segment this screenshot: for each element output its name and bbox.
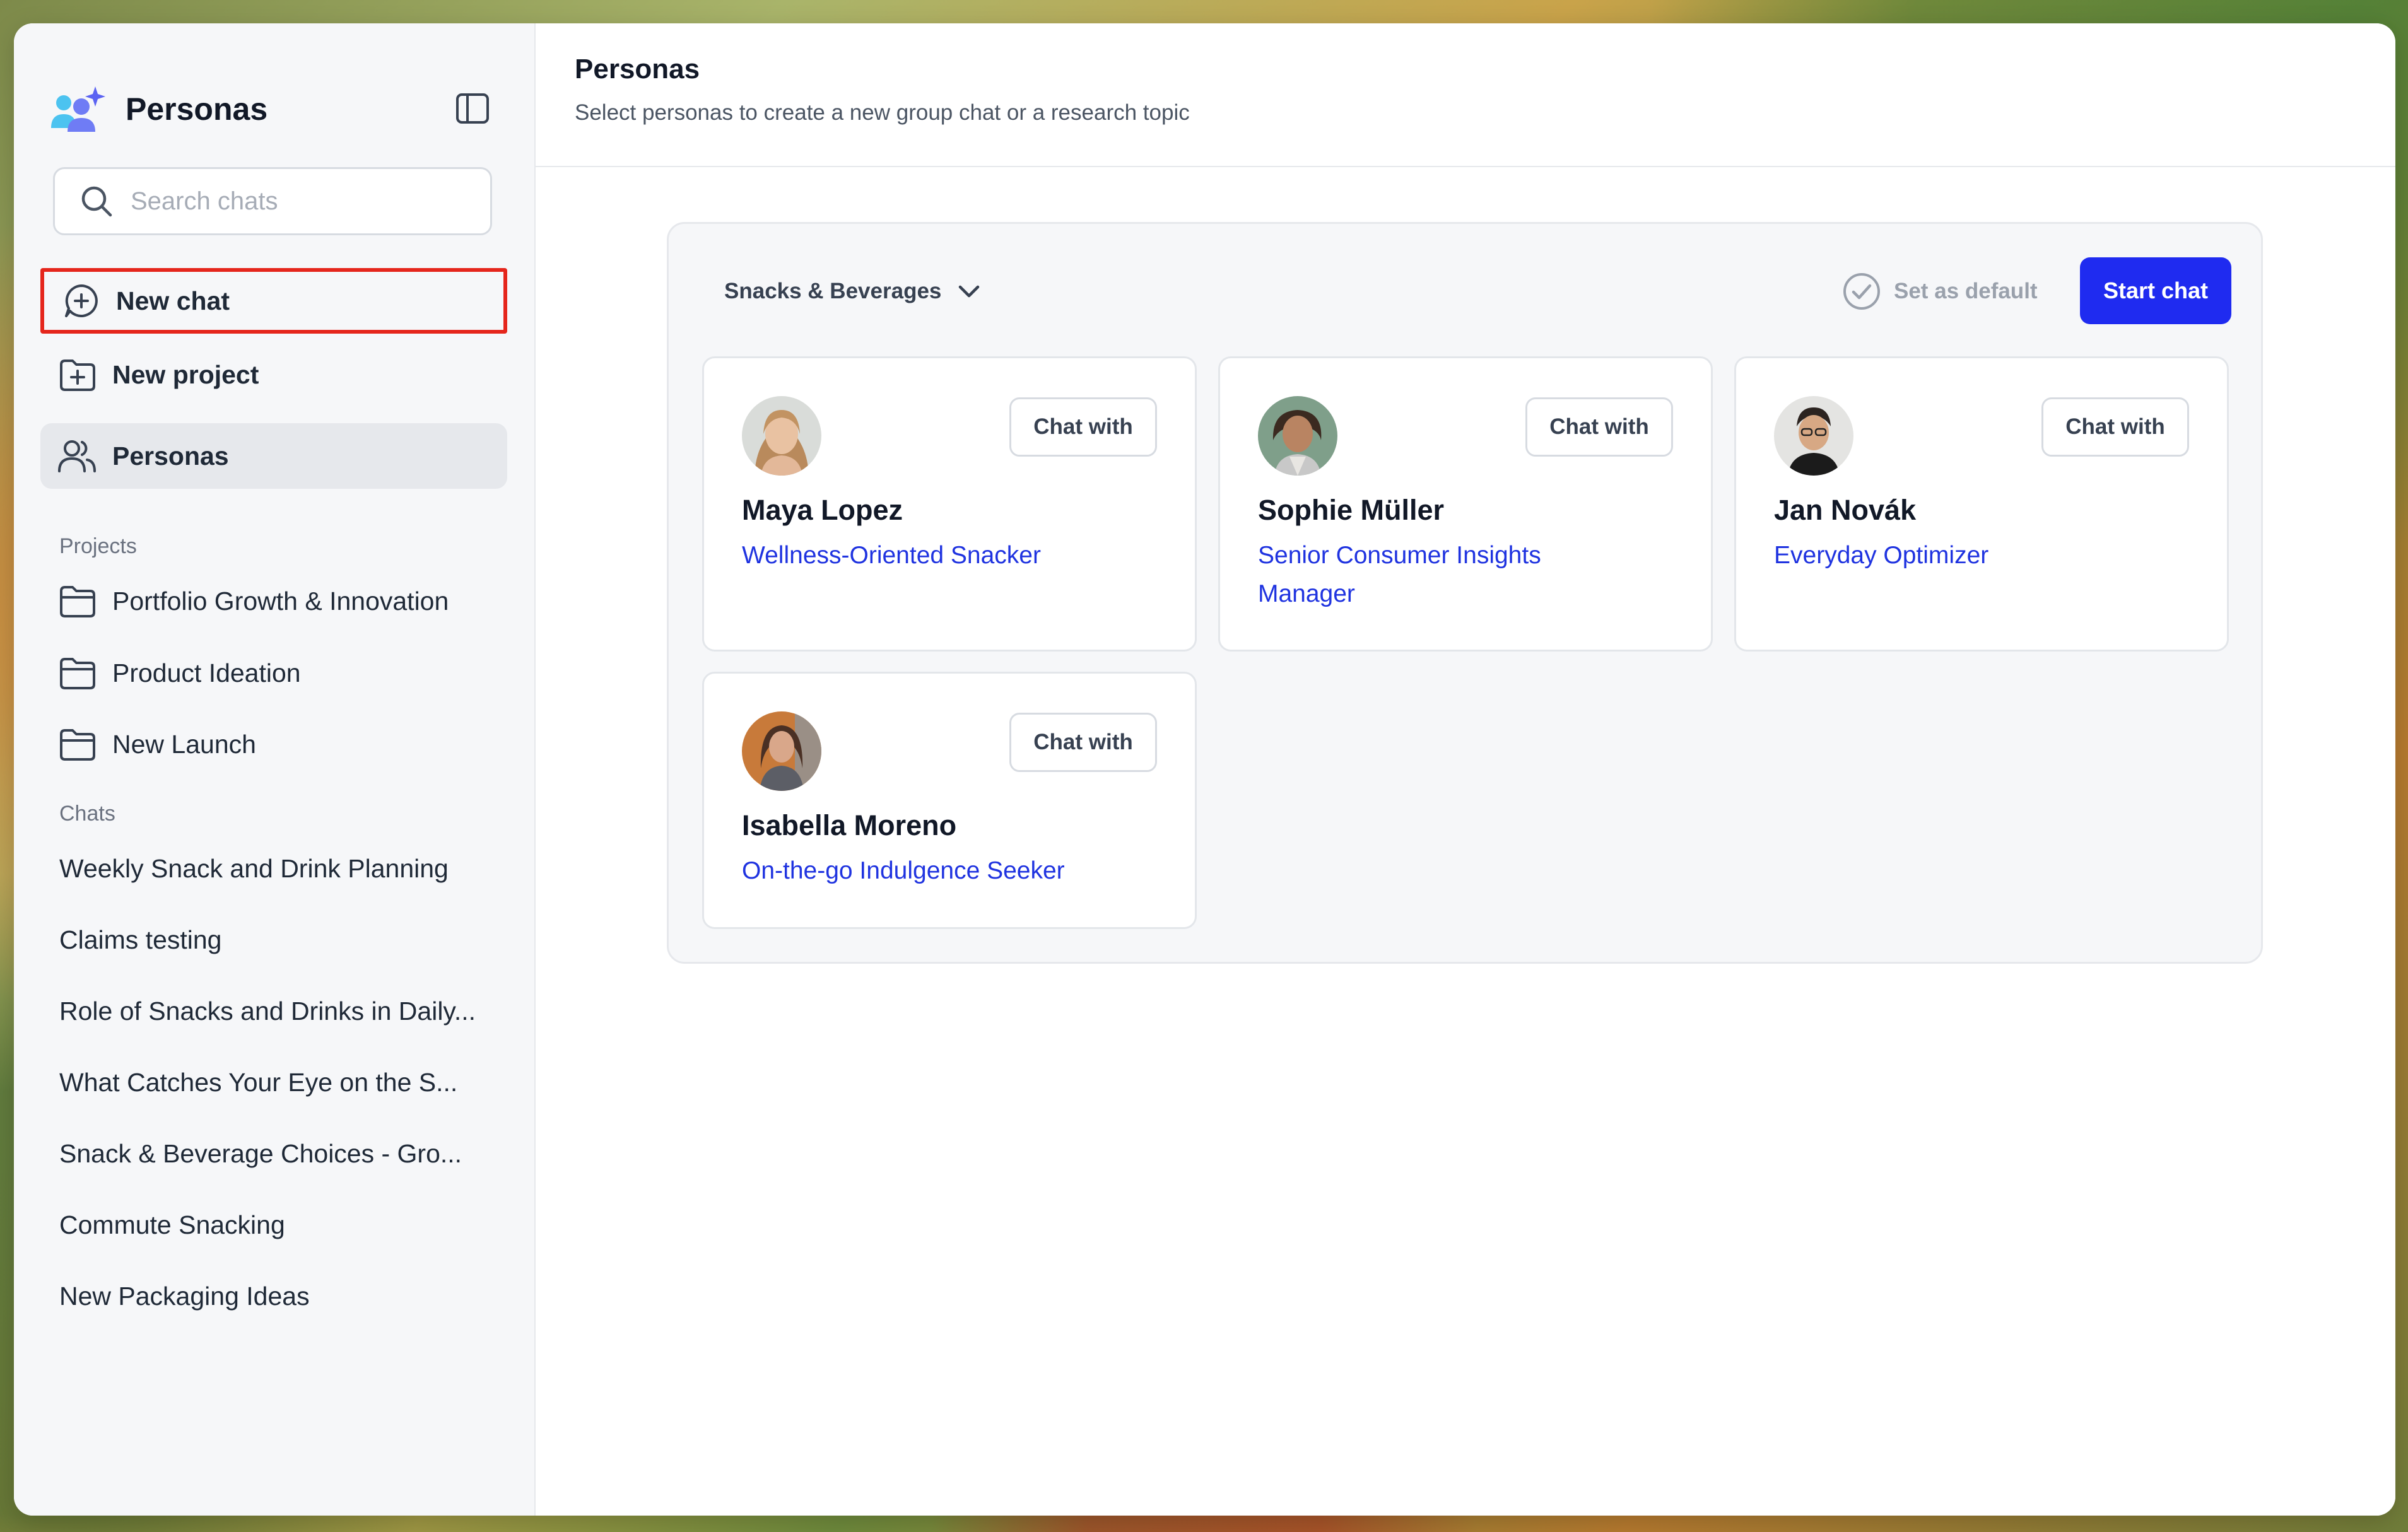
persona-card[interactable]: Chat with Jan Novák Everyday Optimizer: [1734, 356, 2229, 652]
chat-with-button[interactable]: Chat with: [1525, 397, 1673, 457]
search-box[interactable]: [53, 167, 492, 235]
new-project-label: New project: [112, 360, 259, 389]
avatar: [1774, 396, 1853, 476]
folder-plus-icon: [58, 355, 97, 394]
chat-list-item[interactable]: Commute Snacking: [59, 1193, 501, 1256]
persona-card[interactable]: Chat with Sophie Müller Senior Consumer …: [1218, 356, 1713, 652]
set-as-default-button[interactable]: Set as default: [1842, 267, 2038, 316]
page-subtitle: Select personas to create a new group ch…: [575, 100, 1190, 125]
persona-role[interactable]: Senior Consumer Insights Manager: [1258, 536, 1611, 613]
persona-role[interactable]: Wellness-Oriented Snacker: [742, 536, 1095, 575]
chat-list-item[interactable]: Role of Snacks and Drinks in Daily...: [59, 979, 501, 1043]
page-header: Personas Select personas to create a new…: [536, 23, 2395, 167]
main-content: Personas Select personas to create a new…: [536, 23, 2395, 1516]
chat-with-button[interactable]: Chat with: [2041, 397, 2189, 457]
personas-label: Personas: [112, 441, 229, 471]
users-icon: [58, 436, 97, 476]
sidebar-item-personas[interactable]: Personas: [40, 423, 507, 489]
folder-icon: [58, 653, 97, 693]
persona-name: Maya Lopez: [742, 494, 903, 526]
category-dropdown[interactable]: Snacks & Beverages: [724, 269, 983, 313]
project-label: Portfolio Growth & Innovation: [112, 586, 449, 616]
chat-list-item[interactable]: Weekly Snack and Drink Planning: [59, 837, 501, 900]
sidebar-toggle-button[interactable]: [449, 85, 496, 132]
avatar: [742, 396, 821, 476]
chat-plus-icon: [62, 281, 101, 320]
projects-section-label: Projects: [59, 534, 137, 558]
project-item[interactable]: Product Ideation: [40, 641, 507, 705]
start-chat-button[interactable]: Start chat: [2080, 257, 2231, 324]
persona-card[interactable]: Chat with Maya Lopez Wellness-Oriented S…: [702, 356, 1197, 652]
persona-role[interactable]: Everyday Optimizer: [1774, 536, 2127, 575]
brand: Personas: [49, 79, 267, 139]
new-chat-button[interactable]: New chat: [40, 268, 507, 334]
search-icon: [79, 184, 114, 219]
avatar: [742, 711, 821, 791]
persona-name: Sophie Müller: [1258, 494, 1445, 526]
project-label: Product Ideation: [112, 658, 301, 687]
chats-section-label: Chats: [59, 802, 115, 826]
folder-icon: [58, 725, 97, 764]
sidebar: Personas Search chats New chat New proje…: [14, 23, 536, 1516]
chat-with-button[interactable]: Chat with: [1009, 713, 1157, 772]
check-circle-icon: [1843, 273, 1880, 310]
persona-name: Jan Novák: [1774, 494, 1917, 526]
new-chat-label: New chat: [116, 286, 230, 315]
project-item[interactable]: New Launch: [40, 713, 507, 776]
sidebar-panel-icon: [456, 93, 489, 124]
avatar: [1258, 396, 1337, 476]
project-label: New Launch: [112, 729, 256, 759]
app-window: Personas Search chats New chat New proje…: [14, 23, 2395, 1516]
project-item[interactable]: Portfolio Growth & Innovation: [40, 570, 507, 633]
persona-card[interactable]: Chat with Isabella Moreno On-the-go Indu…: [702, 672, 1197, 929]
chat-list-item[interactable]: Claims testing: [59, 908, 501, 971]
chat-list-item[interactable]: New Packaging Ideas: [59, 1265, 501, 1328]
new-project-button[interactable]: New project: [40, 342, 507, 407]
folder-icon: [58, 582, 97, 621]
personas-logo-icon: [49, 84, 107, 134]
chat-list-item[interactable]: What Catches Your Eye on the S...: [59, 1051, 501, 1114]
set-as-default-label: Set as default: [1894, 279, 2038, 303]
chevron-down-icon: [955, 278, 983, 305]
chat-list-item[interactable]: Snack & Beverage Choices - Gro...: [59, 1122, 501, 1185]
category-dropdown-label: Snacks & Beverages: [724, 279, 942, 303]
brand-title: Personas: [126, 91, 268, 127]
search-input[interactable]: [129, 186, 485, 216]
persona-selection-panel: Snacks & Beverages Set as default Start …: [667, 222, 2263, 964]
persona-role[interactable]: On-the-go Indulgence Seeker: [742, 851, 1095, 890]
persona-name: Isabella Moreno: [742, 809, 957, 841]
page-title: Personas: [575, 54, 700, 85]
chat-with-button[interactable]: Chat with: [1009, 397, 1157, 457]
